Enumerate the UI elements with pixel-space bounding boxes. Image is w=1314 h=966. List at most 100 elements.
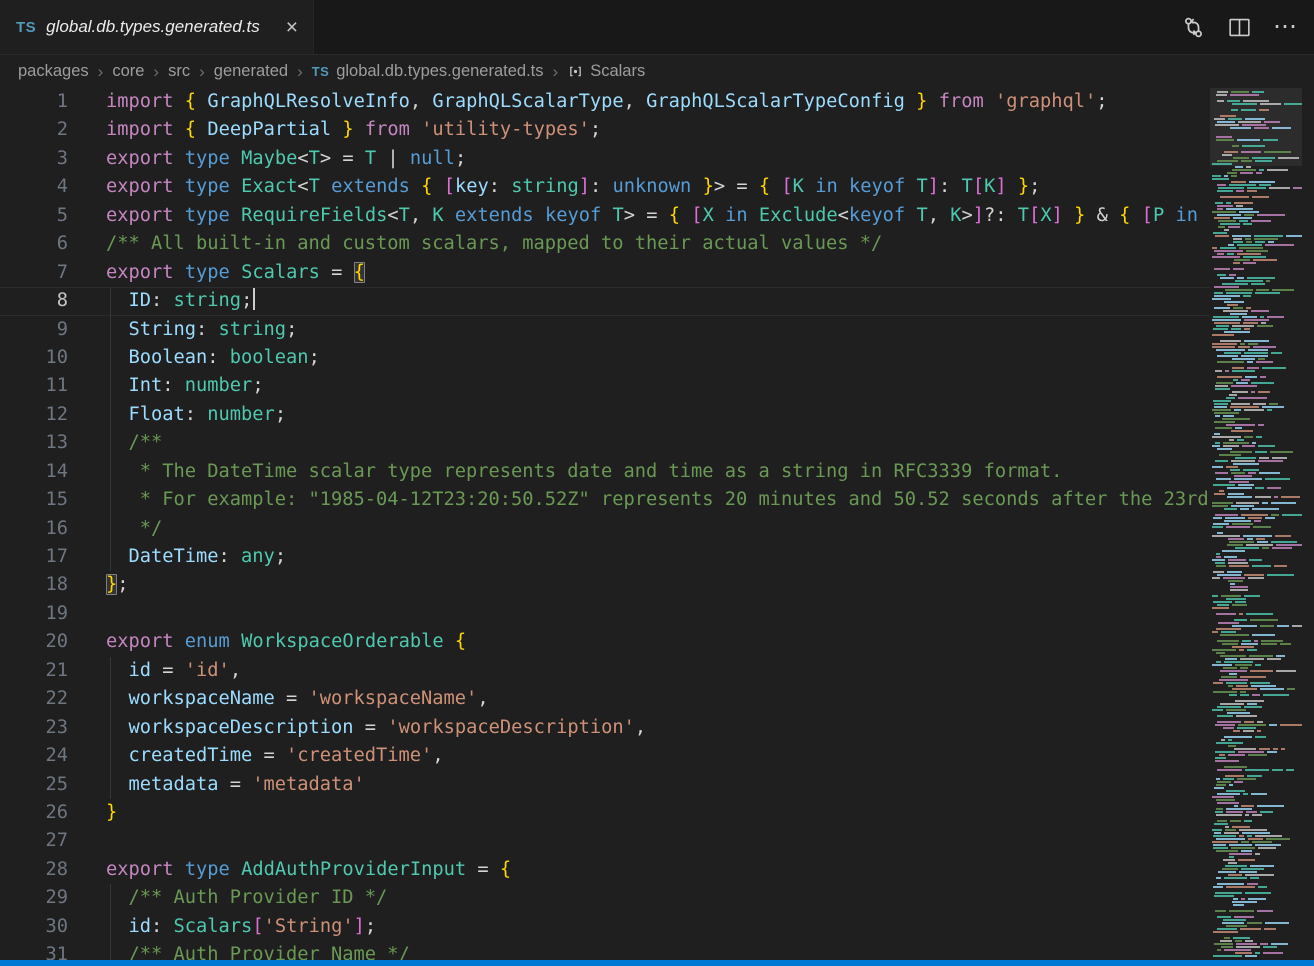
line-number[interactable]: 28 — [0, 856, 68, 884]
line-number[interactable]: 15 — [0, 486, 68, 514]
code-line[interactable]: 9 String: string; — [0, 316, 1210, 344]
breadcrumb-item-src[interactable]: src — [168, 62, 190, 81]
code-token — [230, 176, 241, 197]
vertical-scrollbar[interactable] — [1302, 88, 1314, 960]
code-line[interactable]: 7export type Scalars = { — [0, 259, 1210, 287]
line-number[interactable]: 6 — [0, 230, 68, 258]
line-number[interactable]: 13 — [0, 429, 68, 457]
bottom-accent-bar — [0, 960, 1314, 966]
line-number[interactable]: 16 — [0, 515, 68, 543]
code-line[interactable]: 24 createdTime = 'createdTime', — [0, 742, 1210, 770]
indent-guide — [110, 287, 111, 315]
line-number[interactable]: 30 — [0, 913, 68, 941]
open-changes-icon[interactable] — [1180, 14, 1206, 40]
breadcrumb-item-filename[interactable]: TS global.db.types.generated.ts — [312, 62, 544, 81]
code-line[interactable]: 11 Int: number; — [0, 372, 1210, 400]
breadcrumb-item-generated[interactable]: generated — [214, 62, 288, 81]
line-number[interactable]: 19 — [0, 600, 68, 628]
code-token — [230, 262, 241, 283]
code-line[interactable]: 13 /** — [0, 429, 1210, 457]
code-token — [174, 148, 185, 169]
code-line[interactable]: 30 id: Scalars['String']; — [0, 913, 1210, 941]
code-line[interactable]: 4export type Exact<T extends { [key: str… — [0, 173, 1210, 201]
code-line[interactable]: 8 ID: string; — [0, 287, 1210, 315]
split-editor-icon[interactable] — [1226, 14, 1252, 40]
code-line[interactable]: 3export type Maybe<T> = T | null; — [0, 145, 1210, 173]
code-token: /** — [106, 432, 162, 453]
line-number[interactable]: 24 — [0, 742, 68, 770]
line-number[interactable]: 22 — [0, 685, 68, 713]
code-line[interactable]: 20export enum WorkspaceOrderable { — [0, 628, 1210, 656]
code-token: | — [376, 148, 410, 169]
indent-guide — [110, 913, 111, 941]
line-number[interactable]: 7 — [0, 259, 68, 287]
line-number[interactable]: 10 — [0, 344, 68, 372]
code-token — [748, 205, 759, 226]
code-token: K — [432, 205, 443, 226]
code-line[interactable]: 19 — [0, 600, 1210, 628]
code-token — [1063, 205, 1074, 226]
code-line[interactable]: 26} — [0, 799, 1210, 827]
code-line[interactable]: 23 workspaceDescription = 'workspaceDesc… — [0, 714, 1210, 742]
line-number[interactable]: 4 — [0, 173, 68, 201]
code-line[interactable]: 12 Float: number; — [0, 401, 1210, 429]
more-actions-icon[interactable]: ⋯ — [1272, 14, 1298, 40]
line-number[interactable]: 27 — [0, 827, 68, 855]
breadcrumb-item-scalars-symbol[interactable]: Scalars — [567, 62, 645, 81]
code-token: Scalars — [174, 916, 253, 937]
code-text: * The DateTime scalar type represents da… — [106, 458, 1210, 486]
line-number[interactable]: 8 — [0, 287, 68, 315]
line-number[interactable]: 1 — [0, 88, 68, 116]
code-line[interactable]: 27 — [0, 827, 1210, 855]
code-line[interactable]: 16 */ — [0, 515, 1210, 543]
line-number[interactable]: 5 — [0, 202, 68, 230]
code-line[interactable]: 2import { DeepPartial } from 'utility-ty… — [0, 116, 1210, 144]
code-line[interactable]: 17 DateTime: any; — [0, 543, 1210, 571]
line-number[interactable]: 29 — [0, 884, 68, 912]
code-line[interactable]: 22 workspaceName = 'workspaceName', — [0, 685, 1210, 713]
line-number[interactable]: 3 — [0, 145, 68, 173]
line-number[interactable]: 18 — [0, 571, 68, 599]
code-token: T — [612, 205, 623, 226]
code-token — [1198, 205, 1209, 226]
line-number[interactable]: 11 — [0, 372, 68, 400]
code-line[interactable]: 5export type RequireFields<T, K extends … — [0, 202, 1210, 230]
code-token — [804, 176, 815, 197]
code-token: T — [917, 176, 928, 197]
code-line[interactable]: 15 * For example: "1985-04-12T23:20:50.5… — [0, 486, 1210, 514]
code-line[interactable]: 21 id = 'id', — [0, 657, 1210, 685]
chevron-right-icon: › — [199, 62, 205, 82]
line-number[interactable]: 9 — [0, 316, 68, 344]
code-line[interactable]: 6/** All built-in and custom scalars, ma… — [0, 230, 1210, 258]
code-token: } — [342, 119, 353, 140]
code-line[interactable]: 28export type AddAuthProviderInput = { — [0, 856, 1210, 884]
line-number[interactable]: 12 — [0, 401, 68, 429]
code-line[interactable]: 14 * The DateTime scalar type represents… — [0, 458, 1210, 486]
breadcrumb-item-packages[interactable]: packages — [18, 62, 89, 81]
code-token: ; — [1096, 91, 1107, 112]
typescript-file-icon: TS — [312, 64, 329, 79]
line-number[interactable]: 26 — [0, 799, 68, 827]
code-line[interactable]: 29 /** Auth Provider ID */ — [0, 884, 1210, 912]
line-number[interactable]: 14 — [0, 458, 68, 486]
tab-global-db-types-generated[interactable]: TS global.db.types.generated.ts × — [0, 0, 314, 54]
code-line[interactable]: 1import { GraphQLResolveInfo, GraphQLSca… — [0, 88, 1210, 116]
line-number[interactable]: 17 — [0, 543, 68, 571]
code-line[interactable]: 10 Boolean: boolean; — [0, 344, 1210, 372]
line-number[interactable]: 2 — [0, 116, 68, 144]
code-editor[interactable]: 1import { GraphQLResolveInfo, GraphQLSca… — [0, 88, 1210, 966]
code-token: & — [1085, 205, 1119, 226]
close-icon[interactable]: × — [281, 16, 303, 39]
indent-guide — [110, 543, 111, 571]
code-token: import — [106, 119, 174, 140]
code-line[interactable]: 18}; — [0, 571, 1210, 599]
minimap[interactable] — [1210, 88, 1302, 960]
code-token: = — [320, 262, 354, 283]
line-number[interactable]: 23 — [0, 714, 68, 742]
code-token: ID — [129, 290, 152, 311]
breadcrumb-item-core[interactable]: core — [112, 62, 144, 81]
line-number[interactable]: 21 — [0, 657, 68, 685]
line-number[interactable]: 25 — [0, 771, 68, 799]
code-line[interactable]: 25 metadata = 'metadata' — [0, 771, 1210, 799]
line-number[interactable]: 20 — [0, 628, 68, 656]
